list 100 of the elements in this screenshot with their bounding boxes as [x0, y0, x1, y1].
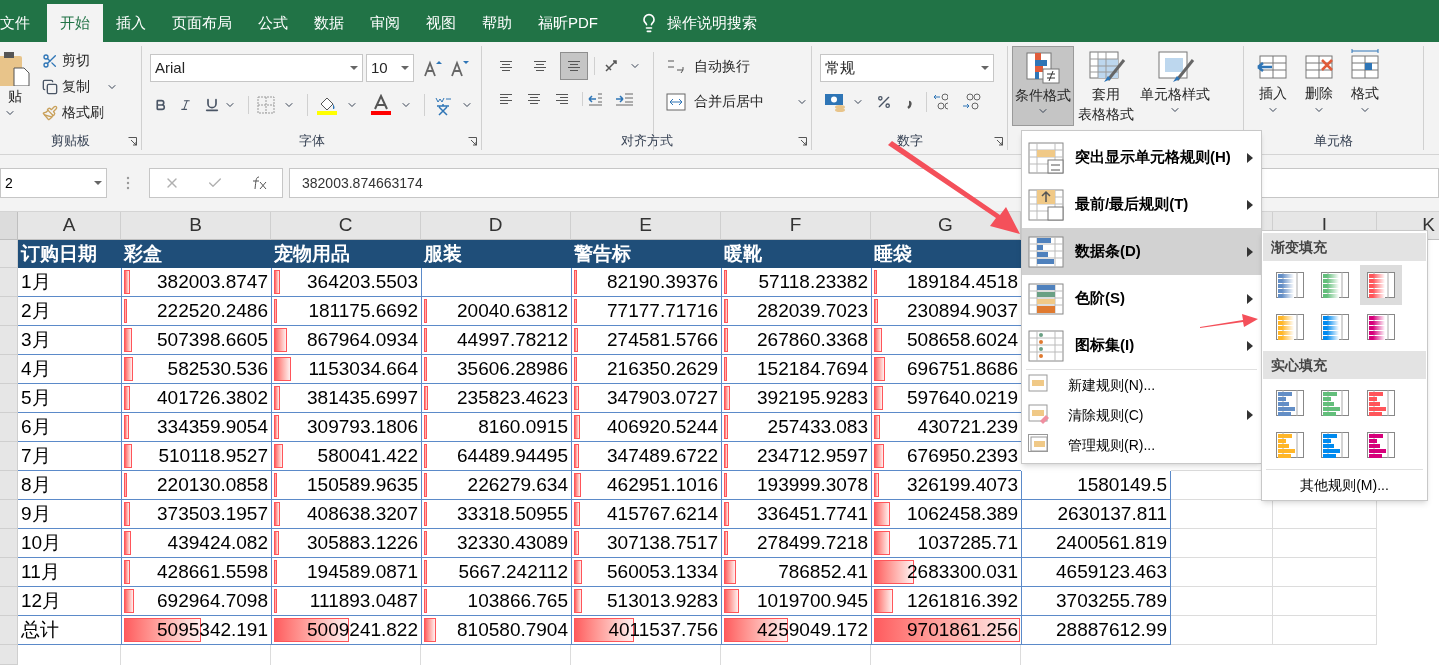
font-size-select[interactable]: 10 [366, 54, 414, 82]
menu-item[interactable]: 管理规则(R)... [1022, 430, 1261, 460]
dialog-launcher-icon[interactable] [798, 137, 807, 146]
column-header[interactable]: F [721, 212, 871, 240]
align-icon[interactable] [498, 60, 514, 72]
dialog-launcher-icon[interactable] [994, 137, 1003, 146]
ribbon-tab[interactable]: 审阅 [357, 4, 413, 42]
data-bar-style-swatch[interactable] [1359, 265, 1402, 305]
style-button[interactable]: 套用 表格格式 [1076, 46, 1136, 126]
ribbon-tab[interactable]: 页面布局 [159, 4, 245, 42]
format-painter-button[interactable]: 格式刷 [42, 102, 118, 123]
table-cell: 11月 [18, 558, 121, 587]
bold-icon[interactable] [154, 97, 167, 113]
cell-value: 4659123.463 [1056, 559, 1167, 584]
align-icon[interactable] [566, 60, 582, 72]
column-header[interactable]: C [271, 212, 421, 240]
cell-value: 220130.0858 [157, 472, 268, 497]
paste-button[interactable]: 贴 [0, 46, 34, 128]
dialog-launcher-icon[interactable] [128, 137, 137, 146]
increase-decimal-icon[interactable] [926, 92, 948, 112]
font-color-icon[interactable] [370, 94, 392, 116]
cell-value: 867964.0934 [307, 327, 418, 352]
cell-value: 216350.2629 [607, 356, 718, 381]
decrease-font-icon[interactable] [448, 58, 472, 78]
data-bar-icon [1276, 432, 1304, 458]
vertical-align-button[interactable] [560, 52, 588, 80]
table-style-icon [1086, 50, 1126, 84]
cell-value: 305883.1226 [307, 530, 418, 555]
cell-value: 111893.0487 [309, 588, 418, 613]
menu-item[interactable]: 新建规则(N)... [1022, 370, 1261, 400]
ribbon-tab[interactable]: 帮助 [469, 4, 525, 42]
style-button[interactable]: 条件格式 [1012, 46, 1074, 126]
cells-button[interactable]: 格式 [1348, 46, 1382, 126]
number-format-select[interactable]: 常规 [820, 54, 994, 82]
align-icon[interactable] [498, 93, 514, 105]
decrease-indent-icon[interactable] [582, 92, 602, 106]
decrease-decimal-icon[interactable] [960, 92, 982, 112]
italic-icon[interactable] [179, 97, 192, 113]
copy-icon [42, 78, 58, 95]
cell-value: 382003.8747 [157, 269, 268, 294]
cell-value: 462951.1016 [607, 472, 718, 497]
cell-value: 510118.9527 [158, 443, 268, 468]
cell-value: 194589.0871 [307, 559, 418, 584]
tell-me-search[interactable]: 操作说明搜索 [667, 11, 757, 35]
header-cell: 服装 [421, 240, 571, 268]
font-family-select[interactable]: Arial [150, 54, 363, 82]
menu-item[interactable]: 数据条(D) [1022, 228, 1261, 275]
ribbon-tab[interactable]: 文件 [0, 4, 47, 42]
header-cell: 宠物用品 [271, 240, 421, 268]
ribbon-tab[interactable]: 视图 [413, 4, 469, 42]
table-cell: 7月 [18, 442, 121, 471]
underline-icon[interactable] [204, 97, 220, 113]
style-button[interactable]: 单元格样式 [1138, 46, 1212, 126]
align-icon[interactable] [526, 93, 542, 105]
pointer-arrow [1199, 312, 1259, 330]
cell-value: 373503.1957 [157, 501, 268, 526]
align-icon[interactable] [554, 93, 570, 105]
insert-function-icon[interactable] [250, 175, 269, 191]
column-header[interactable]: B [121, 212, 271, 240]
cell-value: 309793.1806 [307, 414, 418, 439]
table-cell: 12月 [18, 587, 121, 616]
data-bar-icon [1276, 272, 1304, 298]
align-icon[interactable] [532, 60, 548, 72]
merge-center-button[interactable]: 合并后居中 [666, 91, 764, 112]
increase-font-icon[interactable] [421, 58, 445, 78]
cut-button[interactable]: 剪切 [42, 50, 118, 71]
ribbon-tab[interactable]: 开始 [47, 4, 103, 42]
cell-value: 439424.082 [167, 530, 268, 555]
dialog-launcher-icon[interactable] [468, 137, 477, 146]
menu-item[interactable]: 清除规则(C) [1022, 400, 1261, 430]
name-box[interactable]: 2 [0, 168, 107, 198]
data-bars-icon [1028, 235, 1064, 268]
wrap-text-button[interactable]: 自动换行 [666, 56, 808, 77]
ribbon-tab[interactable]: 数据 [301, 4, 357, 42]
borders-icon[interactable] [257, 96, 275, 114]
data-bar-icon [1321, 390, 1350, 416]
ribbon-tab[interactable]: 公式 [245, 4, 301, 42]
more-rules-item[interactable]: 其他规则(M)... [1262, 470, 1427, 500]
percent-icon[interactable] [876, 94, 892, 110]
cell-value: 347903.0727 [607, 385, 718, 410]
menu-item[interactable]: 图标集(I) [1022, 322, 1261, 369]
cell-value: 35606.28986 [457, 356, 568, 381]
column-header[interactable]: G [871, 212, 1021, 240]
ribbon-tab[interactable]: 福昕PDF [525, 4, 611, 42]
cells-button[interactable]: 插入 [1256, 46, 1290, 126]
column-header[interactable]: A [18, 212, 121, 240]
table-cell: 4月 [18, 355, 121, 384]
column-header[interactable]: E [571, 212, 721, 240]
header-cell: 订购日期 [18, 240, 121, 268]
copy-button[interactable]: 复制 [42, 76, 90, 97]
table-cell: 10月 [18, 529, 121, 558]
menu-item[interactable]: 色阶(S) [1022, 275, 1261, 322]
merge-cells-icon [666, 92, 686, 111]
cells-button[interactable]: 删除 [1302, 46, 1336, 126]
cell-value: 415767.6214 [607, 501, 718, 526]
increase-indent-icon[interactable] [614, 92, 634, 106]
currency-icon[interactable] [824, 92, 848, 112]
column-header[interactable]: D [421, 212, 571, 240]
ribbon-tab[interactable]: 插入 [103, 4, 159, 42]
data-bar-icon [1321, 272, 1350, 298]
